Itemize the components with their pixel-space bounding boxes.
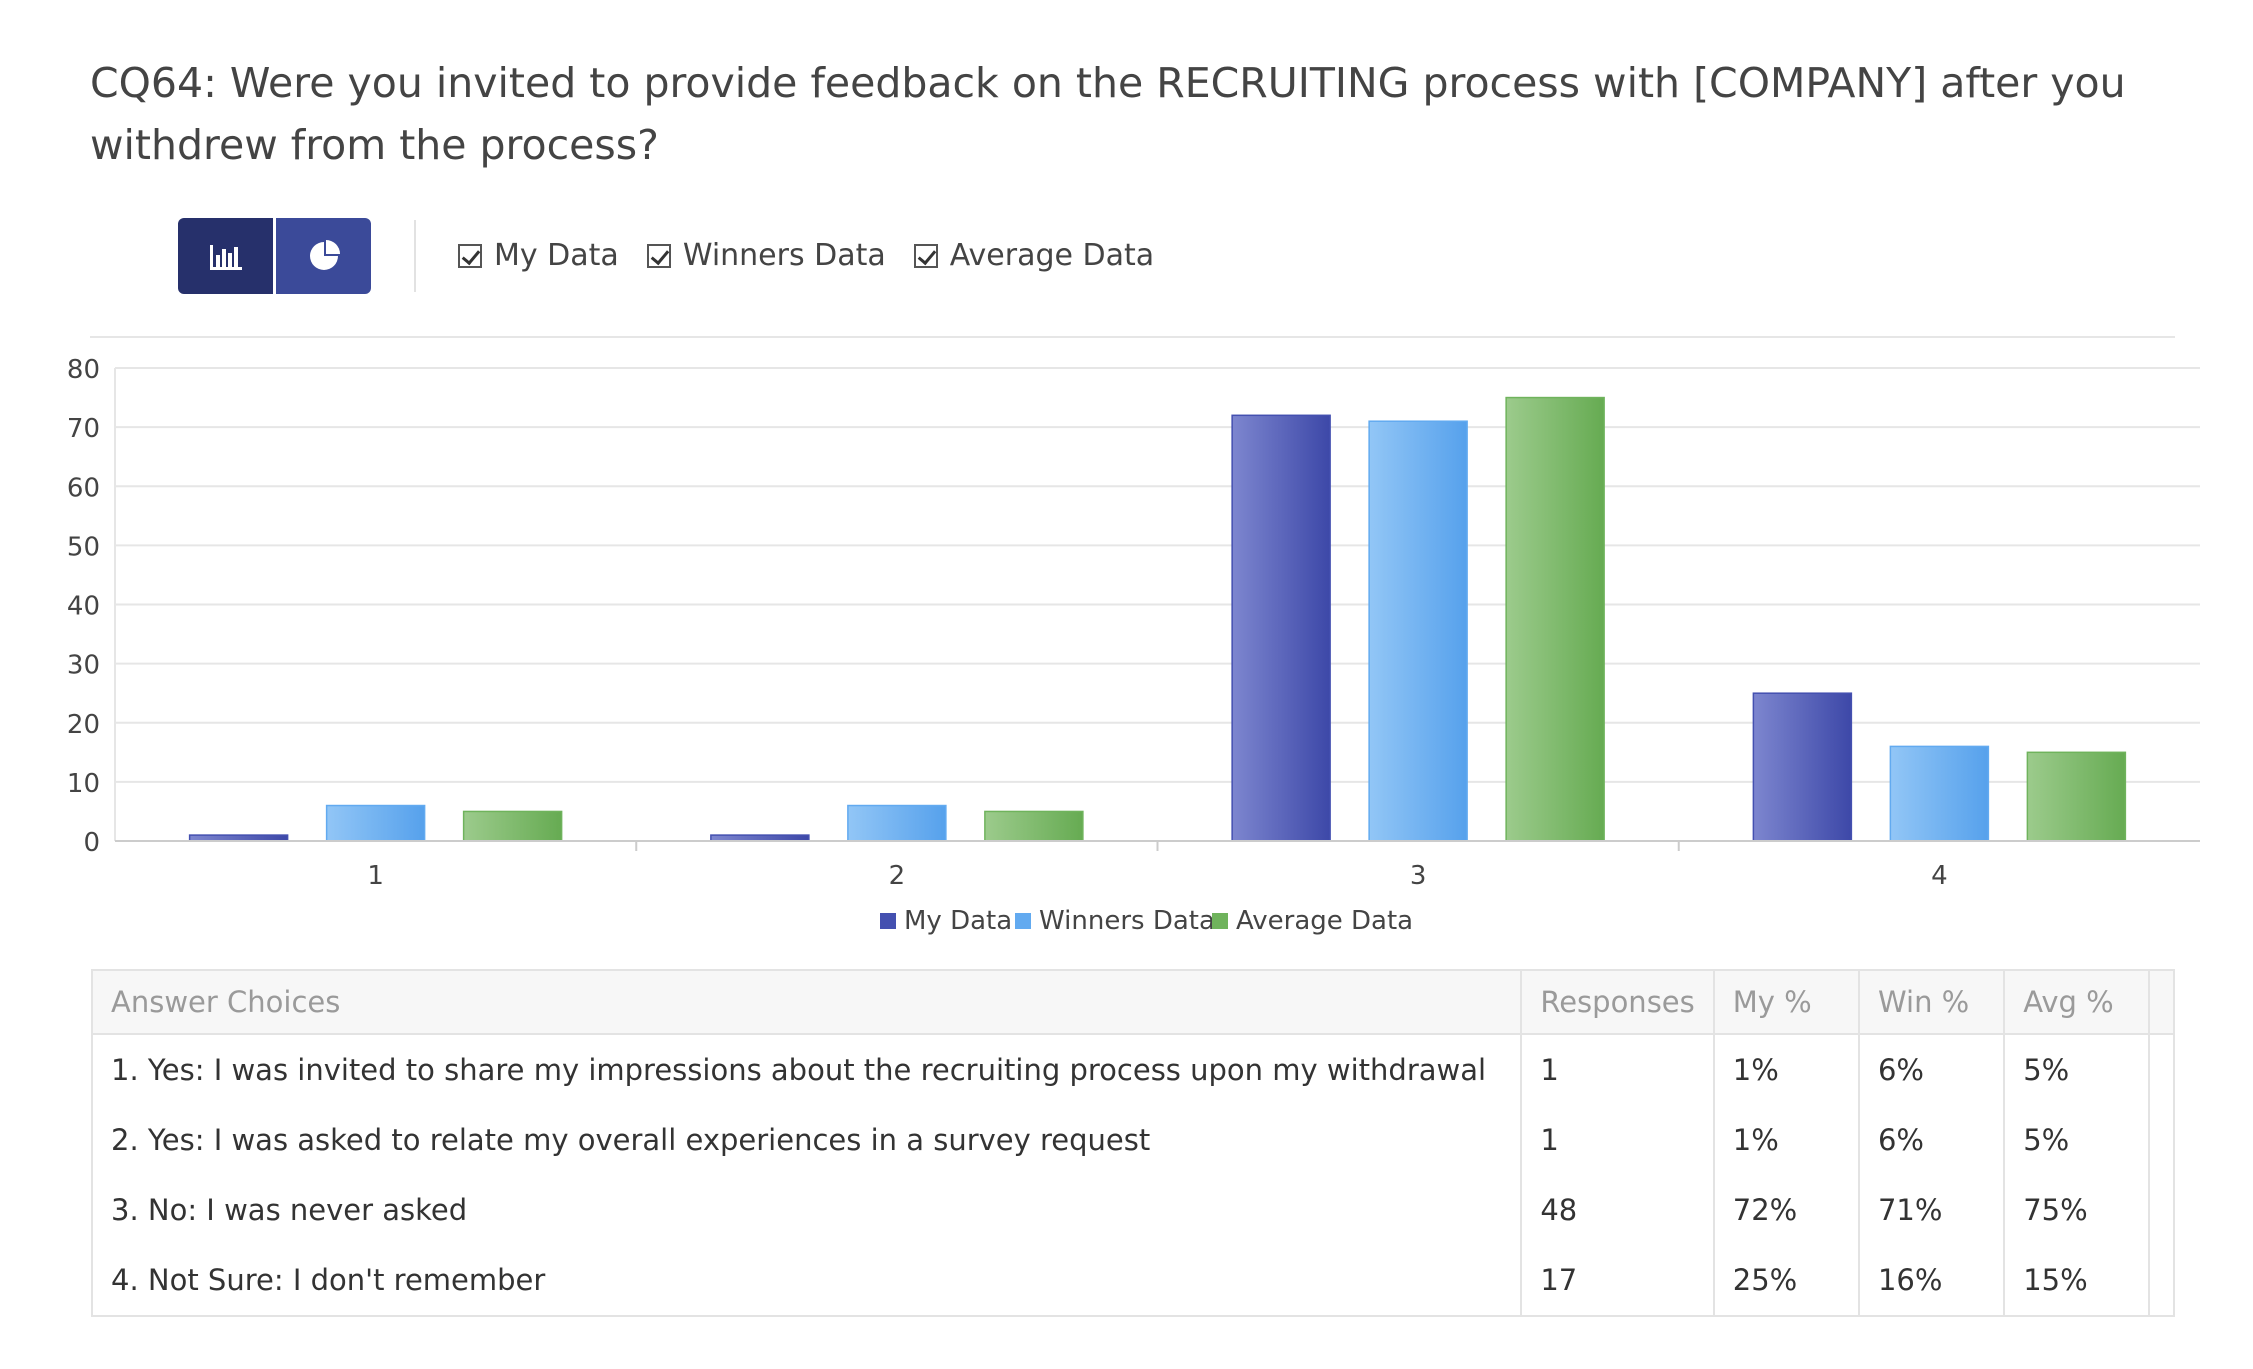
y-tick-label: 10: [67, 769, 100, 799]
x-axis-ticks: 1 2 3 4: [115, 840, 2200, 891]
avg-pct-cell: 15%: [2003, 1245, 2150, 1316]
my-pct-cell: 72%: [1712, 1175, 1859, 1245]
legend-swatch: [1015, 913, 1031, 929]
my-pct-cell: 25%: [1712, 1245, 1859, 1316]
table-row: 1. Yes: I was invited to share my impres…: [92, 1034, 2174, 1105]
bar-my-data-3[interactable]: [1231, 414, 1331, 842]
responses-cell: 1: [1520, 1105, 1714, 1175]
header-spacer: [2148, 970, 2174, 1035]
legend-swatch: [880, 913, 896, 929]
average-data-checkbox-label: Average Data: [949, 238, 1155, 273]
chart-view-toolbar: [178, 218, 371, 294]
table-row: 2. Yes: I was asked to relate my overall…: [92, 1105, 2174, 1175]
bar-chart: 0 10 20 30 40 50 60 70 80 1 2 3 4 My Data Winners Da…: [67, 355, 2200, 936]
results-table: Answer Choices Responses My % Win % Avg …: [91, 969, 2175, 1317]
section-divider: [90, 336, 2175, 338]
legend-label: Winners Data: [1039, 906, 1215, 936]
bar-winners-data-3[interactable]: [1368, 420, 1468, 842]
checkbox-checked-icon: [458, 243, 482, 268]
my-pct-cell: 1%: [1712, 1105, 1859, 1175]
bar-winners-data-4[interactable]: [1889, 745, 1990, 842]
checkbox-checked-icon: [646, 243, 671, 268]
y-tick-label: 60: [67, 473, 100, 503]
avg-pct-cell: 75%: [2003, 1175, 2150, 1245]
header-responses: Responses: [1520, 970, 1714, 1035]
header-win-pct: Win %: [1857, 970, 2005, 1035]
grid-lines: [114, 367, 2200, 842]
x-tick-label: 4: [1931, 861, 1948, 891]
bar-my-data-4[interactable]: [1752, 692, 1853, 842]
table-header-row: Answer Choices Responses My % Win % Avg …: [92, 970, 2174, 1035]
legend-item-winners-data[interactable]: Winners Data: [1015, 906, 1215, 936]
checkbox-checked-icon: [913, 243, 938, 268]
responses-cell: 48: [1520, 1175, 1714, 1245]
legend-item-my-data[interactable]: My Data: [880, 906, 1012, 936]
responses-cell: 1: [1520, 1034, 1714, 1105]
winners-data-checkbox[interactable]: Winners Data: [646, 238, 886, 273]
y-tick-label: 30: [67, 651, 100, 681]
win-pct-cell: 16%: [1857, 1245, 2005, 1316]
winners-data-checkbox-label: Winners Data: [682, 238, 886, 273]
y-tick-label: 40: [67, 592, 100, 622]
y-axis-ticks: 0 10 20 30 40 50 60 70 80: [67, 355, 100, 858]
bars: [188, 396, 2127, 842]
x-tick-label: 2: [889, 861, 906, 891]
header-avg-pct: Avg %: [2003, 970, 2150, 1035]
question-title: CQ64: Were you invited to provide feedba…: [90, 59, 2126, 169]
chart-legend: My Data Winners Data Average Data: [880, 906, 1413, 936]
bar-chart-view-button[interactable]: [178, 218, 273, 294]
bar-winners-data-1[interactable]: [325, 804, 426, 842]
my-pct-cell: 1%: [1712, 1034, 1859, 1105]
bar-average-data-1[interactable]: [462, 810, 563, 842]
bar-average-data-4[interactable]: [2026, 751, 2127, 842]
answer-choice: 4. Not Sure: I don't remember: [111, 1263, 546, 1297]
answer-choice: 1. Yes: I was invited to share my impres…: [111, 1053, 1487, 1087]
my-data-checkbox-label: My Data: [494, 238, 619, 273]
responses-cell: 17: [1520, 1245, 1714, 1316]
header-answer-choices: Answer Choices: [92, 970, 1522, 1035]
bar-chart-icon: [209, 245, 242, 270]
avg-pct-cell: 5%: [2003, 1034, 2150, 1105]
win-pct-cell: 71%: [1857, 1175, 2005, 1245]
y-tick-label: 50: [67, 532, 100, 562]
pie-chart-icon: [309, 240, 340, 270]
toolbar-divider: [414, 220, 416, 292]
table-row: 3. No: I was never asked 48 72% 71% 75%: [92, 1175, 2174, 1245]
x-tick-label: 3: [1410, 861, 1427, 891]
bar-average-data-2[interactable]: [984, 810, 1084, 842]
answer-choice: 2. Yes: I was asked to relate my overall…: [111, 1123, 1151, 1157]
avg-pct-cell: 5%: [2003, 1105, 2150, 1175]
legend-swatch: [1212, 913, 1228, 929]
table-row: 4. Not Sure: I don't remember 17 25% 16%…: [92, 1245, 2174, 1316]
bar-winners-data-2[interactable]: [847, 804, 947, 842]
header-my-pct: My %: [1712, 970, 1859, 1035]
average-data-checkbox[interactable]: Average Data: [913, 238, 1155, 273]
legend-label: My Data: [904, 906, 1012, 936]
x-tick-label: 1: [367, 861, 384, 891]
y-tick-label: 20: [67, 710, 100, 740]
win-pct-cell: 6%: [1857, 1105, 2005, 1175]
series-toggles: My Data Winners Data Average Data: [458, 238, 1182, 273]
win-pct-cell: 6%: [1857, 1034, 2005, 1105]
my-data-checkbox[interactable]: My Data: [458, 238, 619, 273]
answer-choice: 3. No: I was never asked: [111, 1193, 468, 1227]
legend-label: Average Data: [1236, 906, 1413, 936]
bar-average-data-3[interactable]: [1505, 396, 1605, 842]
y-tick-label: 70: [67, 414, 100, 444]
pie-chart-view-button[interactable]: [276, 218, 371, 294]
legend-item-average-data[interactable]: Average Data: [1212, 906, 1413, 936]
y-tick-label: 80: [67, 355, 100, 385]
y-tick-label: 0: [83, 828, 100, 858]
